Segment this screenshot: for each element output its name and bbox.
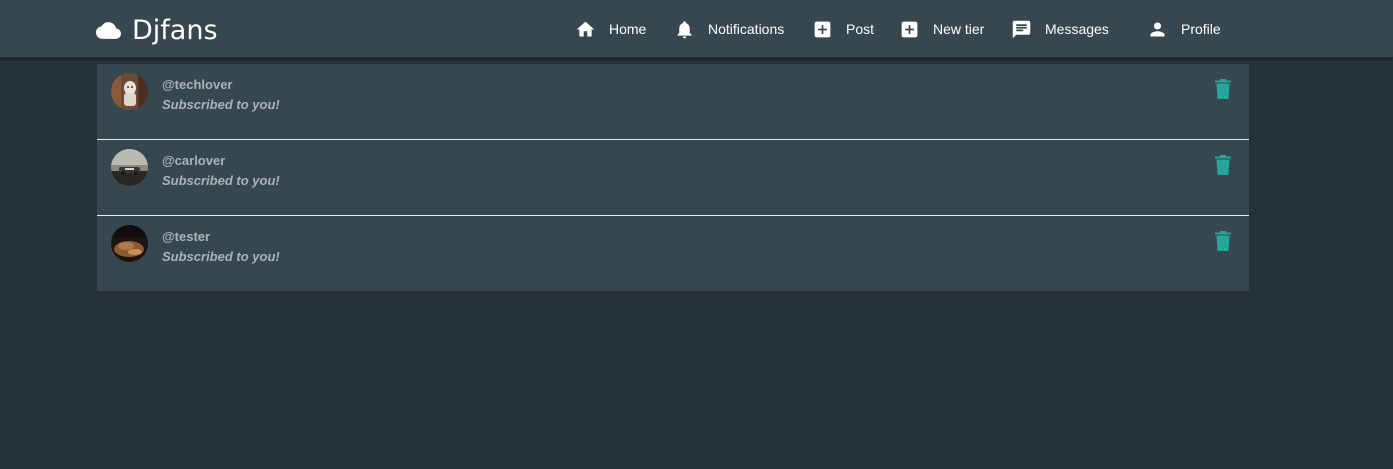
navbar: Djfans Home Notifications Post New tier … xyxy=(0,0,1393,58)
trash-icon xyxy=(1215,79,1231,99)
nav-new-tier[interactable]: New tier xyxy=(899,16,984,42)
avatar-image xyxy=(111,149,148,186)
avatar-image xyxy=(111,73,148,110)
nav-notifications-label: Notifications xyxy=(708,21,785,37)
cloud-icon xyxy=(96,21,121,39)
notification-username[interactable]: @tester xyxy=(162,229,210,244)
trash-icon xyxy=(1215,231,1231,251)
avatar-image xyxy=(111,225,148,262)
notification-username[interactable]: @techlover xyxy=(162,77,232,92)
notification-message: Subscribed to you! xyxy=(162,97,280,112)
notification-list: @techlover Subscribed to you! @carlover … xyxy=(97,64,1249,291)
nav-post[interactable]: Post xyxy=(812,16,874,42)
brand-name: Djfans xyxy=(132,14,218,46)
add-box-icon xyxy=(814,21,831,37)
nav-messages-label: Messages xyxy=(1045,21,1109,37)
notification-item: @tester Subscribed to you! xyxy=(97,216,1249,291)
notification-message: Subscribed to you! xyxy=(162,173,280,188)
avatar-carlover[interactable] xyxy=(111,149,148,186)
person-icon xyxy=(1150,22,1165,36)
delete-notification-button[interactable] xyxy=(1215,231,1231,251)
nav-notifications[interactable]: Notifications xyxy=(674,16,784,42)
nav-messages[interactable]: Messages xyxy=(1011,16,1109,42)
avatar-techlover[interactable] xyxy=(111,73,148,110)
nav-new-tier-label: New tier xyxy=(933,21,985,37)
nav-home-label: Home xyxy=(609,21,647,37)
notification-message: Subscribed to you! xyxy=(162,249,280,264)
nav-profile[interactable]: Profile xyxy=(1147,16,1221,42)
nav-post-label: Post xyxy=(846,21,875,37)
message-icon xyxy=(1012,20,1031,38)
avatar-tester[interactable] xyxy=(111,225,148,262)
notification-username[interactable]: @carlover xyxy=(162,153,225,168)
delete-notification-button[interactable] xyxy=(1215,155,1231,175)
nav-profile-label: Profile xyxy=(1181,21,1221,37)
notification-item: @carlover Subscribed to you! xyxy=(97,140,1249,216)
delete-notification-button[interactable] xyxy=(1215,79,1231,99)
brand-logo-link[interactable]: Djfans xyxy=(96,14,218,46)
bell-icon xyxy=(677,20,692,38)
trash-icon xyxy=(1215,155,1231,175)
add-box-icon xyxy=(901,21,918,37)
notification-item: @techlover Subscribed to you! xyxy=(97,64,1249,140)
home-icon xyxy=(576,21,595,36)
nav-home[interactable]: Home xyxy=(575,16,646,42)
